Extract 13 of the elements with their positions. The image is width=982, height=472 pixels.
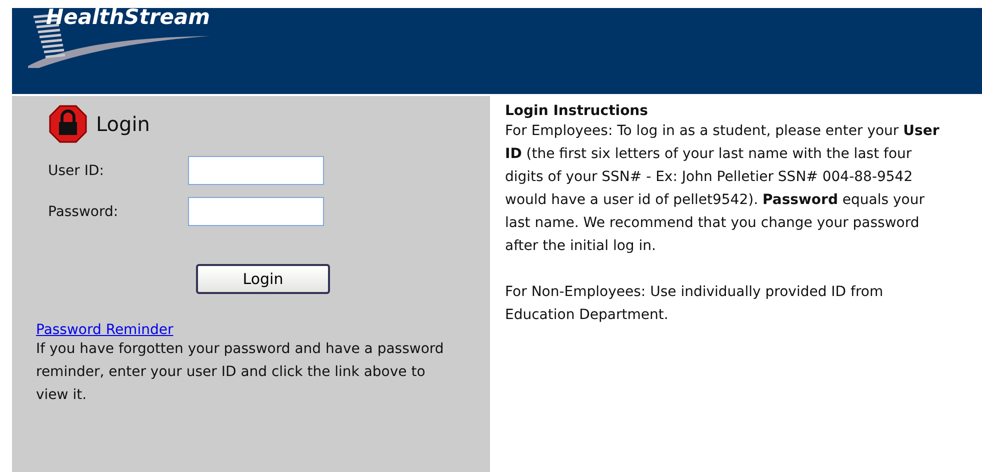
login-button[interactable]: Login [196,264,330,294]
logo-text: HealthStream [46,5,210,29]
input-field[interactable] [188,156,324,185]
input-field[interactable] [188,197,324,226]
instructions-title: Login Instructions [505,102,649,120]
field-label: Password: [48,204,120,220]
password-reminder-link[interactable]: Password Reminder [36,322,174,338]
instructions-paragraph: For Non-Employees: Use individually provided ID from Education Department. [505,283,884,325]
lock-icon [48,104,88,144]
instructions-paragraph: For Employees: To log in as a student, please enter your User ID (the first six letters of your last name with the last four digits of your SSN# - Ex: John Pelletier SSN# 004-88-9542 would have a user id of pellet9542). Password equals your last name. We recommend that you change your password after the initial log in. [505,122,940,256]
login-title: Login [96,112,150,136]
reminder-text: If you have forgotten your password and have a password reminder, enter your user ID and click the link above to view it. [36,340,445,405]
field-label: User ID: [48,162,105,178]
